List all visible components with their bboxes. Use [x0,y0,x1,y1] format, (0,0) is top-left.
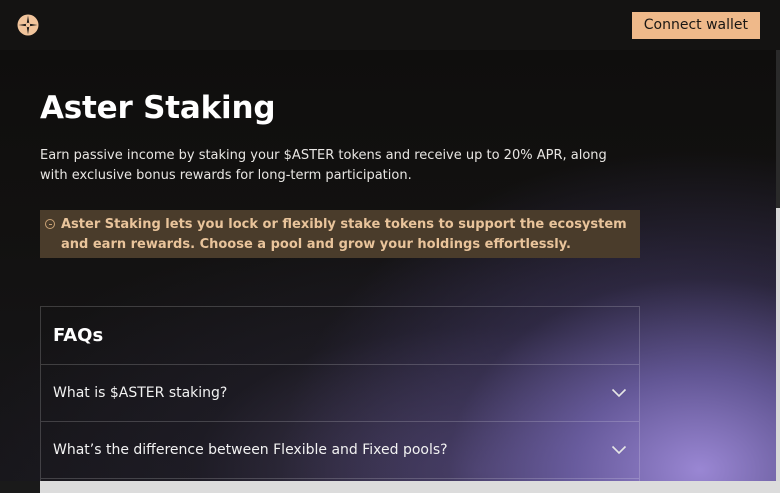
info-notice: Aster Staking lets you lock or flexibly … [40,210,640,258]
faq-section: FAQs What is $ASTER staking? What’s the … [40,306,640,481]
faq-item[interactable]: What is $ASTER staking? [41,365,639,422]
faq-question: What is $ASTER staking? [53,385,228,401]
notice-text: Aster Staking lets you lock or flexibly … [61,217,627,252]
faq-question: What’s the difference between Flexible a… [53,442,448,458]
horizontal-scrollbar-thumb[interactable] [0,481,40,493]
intro-text: Earn passive income by staking your $AST… [40,148,607,183]
top-navigation-bar: Connect wallet [0,0,780,50]
aster-logo-icon[interactable] [17,14,39,36]
vertical-scrollbar-thumb[interactable] [776,208,780,481]
info-circle-icon [45,219,55,229]
main-content: Aster Staking Earn passive income by sta… [0,50,776,481]
chevron-down-icon[interactable] [611,388,627,398]
faq-title: FAQs [41,307,639,365]
connect-wallet-button[interactable]: Connect wallet [631,11,760,39]
horizontal-scrollbar[interactable] [0,481,780,493]
chevron-down-icon[interactable] [611,445,627,455]
faq-item[interactable]: What’s the difference between Flexible a… [41,422,639,479]
page-title: Aster Staking [40,90,276,126]
